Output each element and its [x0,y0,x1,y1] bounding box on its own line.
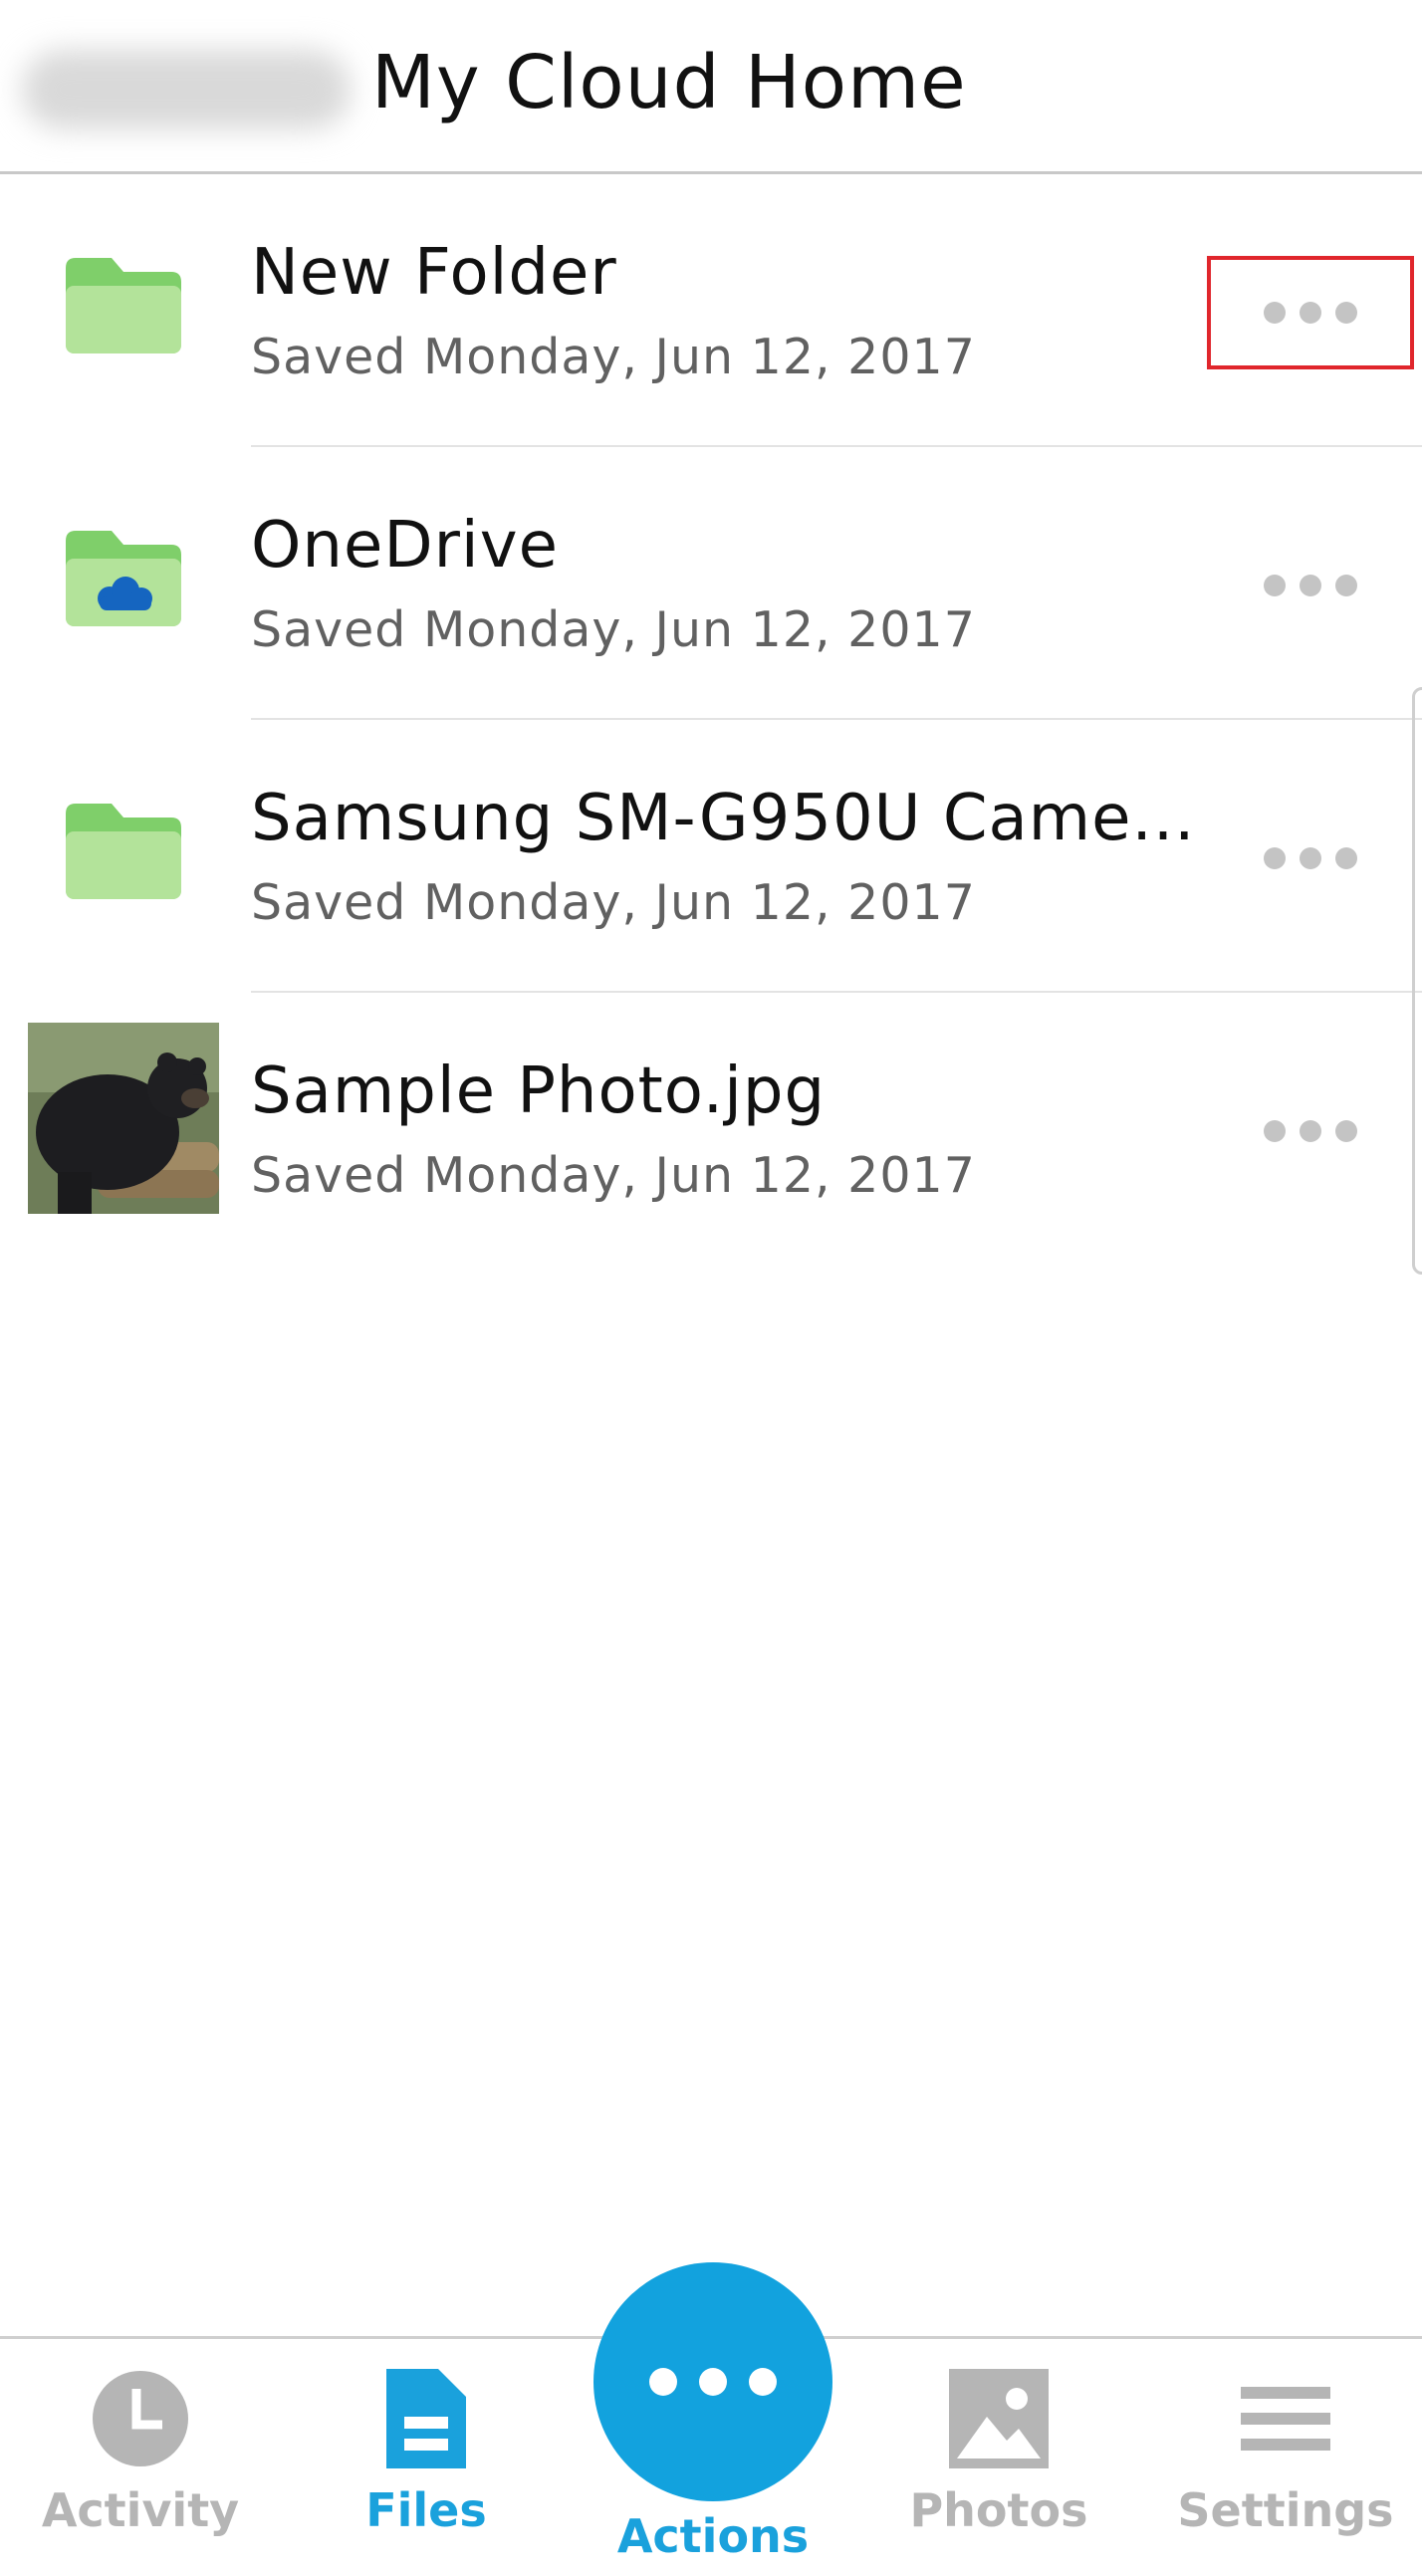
nav-files[interactable]: Files [302,2339,551,2576]
nav-photos[interactable]: Photos [874,2339,1123,2576]
more-options-button[interactable] [1207,802,1414,915]
file-name: OneDrive [251,509,559,583]
file-name: Sample Photo.jpg [251,1054,827,1128]
more-options-button[interactable] [1207,256,1414,369]
image-icon [949,2369,1049,2468]
more-dots-icon [1264,575,1286,596]
more-dots-icon [1264,847,1286,869]
list-item[interactable]: New Folder Saved Monday, Jun 12, 2017 [0,174,1422,447]
onedrive-folder-icon [66,531,181,626]
file-date: Saved Monday, Jun 12, 2017 [251,329,976,385]
nav-settings-label: Settings [1177,2483,1394,2537]
more-options-button[interactable] [1207,529,1414,642]
owner-name-blurred [22,50,351,129]
app-header: My Cloud Home [0,0,1422,174]
actions-fab-button[interactable] [593,2262,832,2501]
menu-icon [1241,2387,1330,2451]
file-date: Saved Monday, Jun 12, 2017 [251,601,976,658]
more-options-button[interactable] [1207,1074,1414,1188]
file-icon [386,2369,466,2468]
clock-icon [93,2371,188,2466]
list-item[interactable]: Samsung SM-G950U Came... Saved Monday, J… [0,720,1422,993]
file-name: New Folder [251,236,617,310]
scroll-handle[interactable] [1412,687,1422,1275]
nav-settings[interactable]: Settings [1161,2339,1410,2576]
file-date: Saved Monday, Jun 12, 2017 [251,874,976,931]
more-dots-icon [1264,1120,1286,1142]
more-dots-icon [1264,302,1286,324]
file-date: Saved Monday, Jun 12, 2017 [251,1147,976,1204]
page-title: My Cloud Home [371,40,967,125]
folder-icon [66,804,181,899]
nav-activity[interactable]: Activity [16,2339,265,2576]
folder-icon [66,258,181,353]
file-name: Samsung SM-G950U Came... [251,782,1196,855]
nav-actions-label[interactable]: Actions [564,2509,862,2563]
nav-files-label: Files [365,2483,487,2537]
list-item[interactable]: Sample Photo.jpg Saved Monday, Jun 12, 2… [0,993,1422,1266]
nav-photos-label: Photos [909,2483,1088,2537]
more-dots-icon [649,2368,677,2396]
list-item[interactable]: OneDrive Saved Monday, Jun 12, 2017 [0,447,1422,720]
photo-thumbnail [28,1023,219,1214]
nav-activity-label: Activity [41,2483,240,2537]
